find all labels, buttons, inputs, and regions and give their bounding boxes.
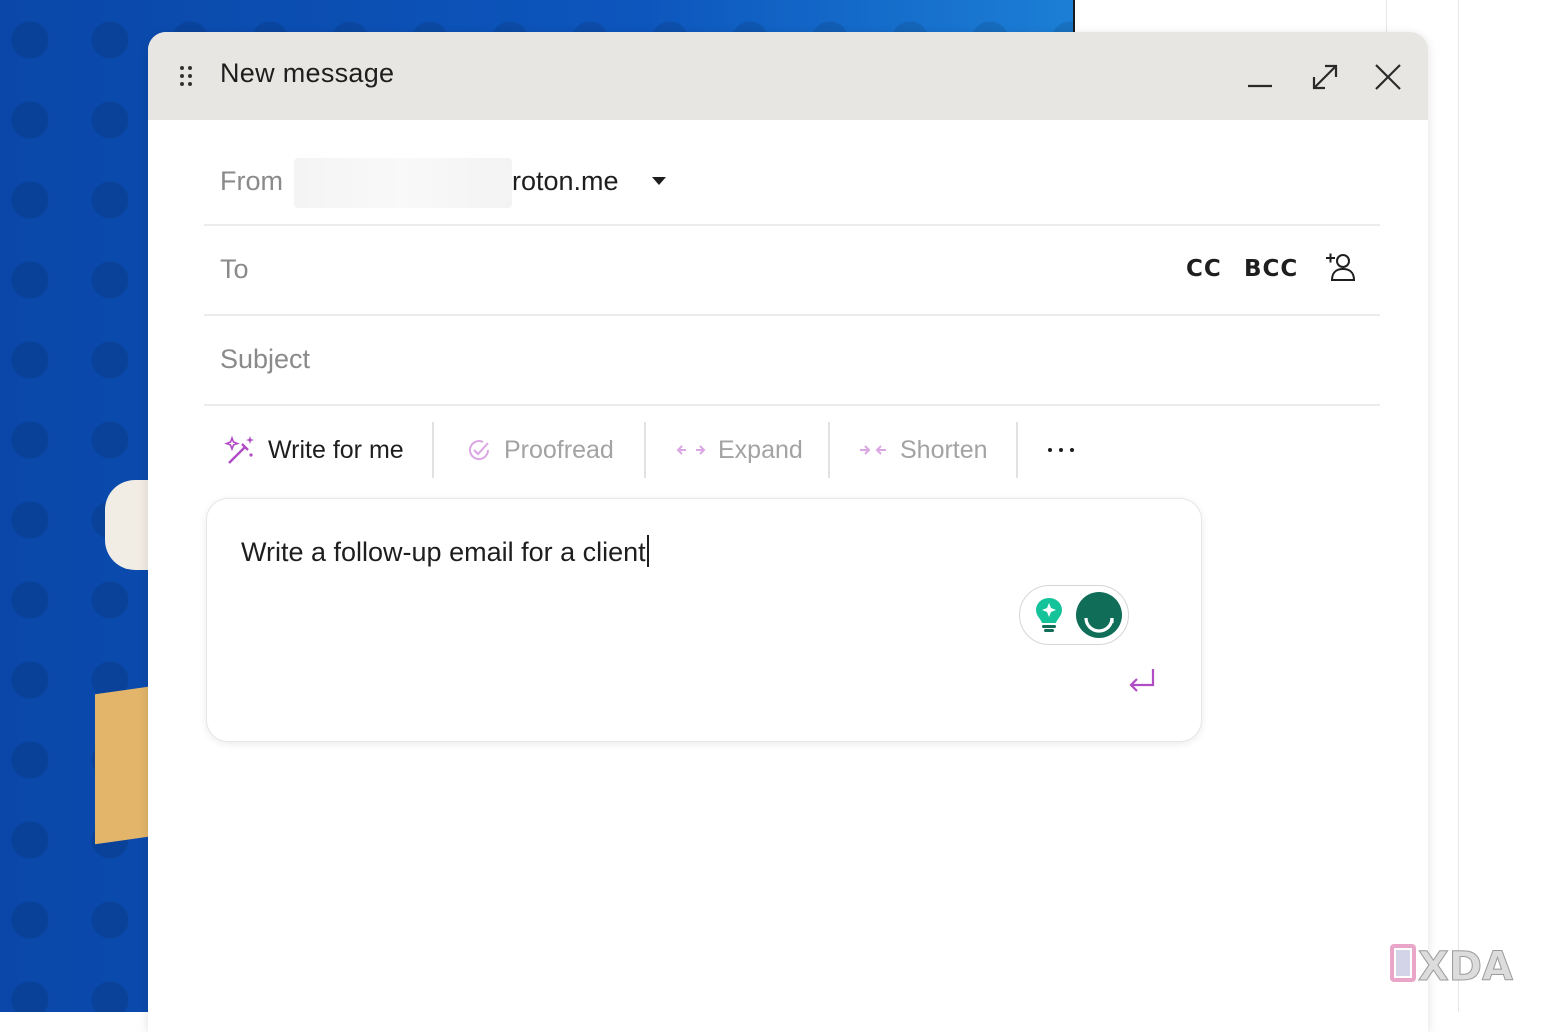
enter-send-icon[interactable] bbox=[1125, 665, 1159, 699]
drag-handle-icon[interactable] bbox=[178, 65, 194, 87]
compose-window: New message From roton.me To CC BCC Subj… bbox=[148, 32, 1428, 1032]
shorten-label: Shorten bbox=[900, 435, 988, 464]
maximize-icon[interactable] bbox=[1308, 60, 1342, 94]
expand-button[interactable]: Expand bbox=[676, 422, 803, 478]
subject-row: Subject bbox=[204, 316, 1380, 406]
proofread-check-icon bbox=[469, 440, 490, 461]
watermark-text: XDA bbox=[1418, 944, 1513, 990]
chevron-down-icon[interactable] bbox=[650, 174, 668, 188]
assistant-prompt-box[interactable]: Write a follow-up email for a client bbox=[206, 498, 1202, 742]
more-dots-icon bbox=[1048, 448, 1074, 452]
minimize-icon[interactable] bbox=[1243, 60, 1277, 94]
write-for-me-button[interactable]: Write for me bbox=[224, 422, 404, 478]
from-address-redacted bbox=[294, 158, 512, 208]
grammarly-logo-icon[interactable] bbox=[1076, 592, 1122, 638]
toolbar-divider bbox=[432, 422, 434, 478]
from-address[interactable]: roton.me bbox=[512, 166, 619, 197]
from-row: From roton.me bbox=[204, 136, 1380, 226]
assistant-prompt-input[interactable]: Write a follow-up email for a client bbox=[241, 535, 649, 568]
cc-button[interactable]: CC bbox=[1186, 256, 1222, 282]
to-label: To bbox=[220, 254, 249, 284]
toolbar-divider bbox=[644, 422, 646, 478]
proofread-button[interactable]: Proofread bbox=[466, 422, 614, 478]
expand-label: Expand bbox=[718, 435, 803, 464]
assistant-toolbar: Write for me Proofread Expand Shorten bbox=[218, 422, 1118, 478]
proofread-label: Proofread bbox=[504, 435, 614, 464]
background-ticket-graphic bbox=[95, 685, 155, 845]
from-label: From bbox=[220, 166, 283, 196]
shorten-arrows-icon bbox=[860, 445, 886, 455]
close-icon[interactable] bbox=[1371, 60, 1405, 94]
shorten-button[interactable]: Shorten bbox=[858, 422, 988, 478]
to-row: To CC BCC bbox=[204, 226, 1380, 316]
bcc-button[interactable]: BCC bbox=[1244, 256, 1298, 282]
to-input[interactable] bbox=[284, 244, 1168, 296]
write-for-me-label: Write for me bbox=[268, 435, 404, 464]
compose-title: New message bbox=[220, 58, 395, 88]
lightbulb-icon[interactable] bbox=[1032, 596, 1066, 634]
compose-titlebar[interactable]: New message bbox=[148, 32, 1428, 120]
background-line bbox=[1458, 0, 1459, 1012]
subject-label: Subject bbox=[220, 344, 311, 374]
magic-wand-icon bbox=[224, 435, 254, 464]
grammarly-widget[interactable] bbox=[1019, 585, 1129, 645]
expand-arrows-icon bbox=[676, 445, 706, 455]
xda-watermark-logo: XDA bbox=[1390, 944, 1514, 990]
toolbar-divider bbox=[1016, 422, 1018, 478]
more-options-button[interactable] bbox=[1046, 422, 1088, 478]
add-contact-icon[interactable] bbox=[1324, 250, 1358, 284]
subject-input[interactable] bbox=[334, 334, 1338, 386]
toolbar-divider bbox=[828, 422, 830, 478]
